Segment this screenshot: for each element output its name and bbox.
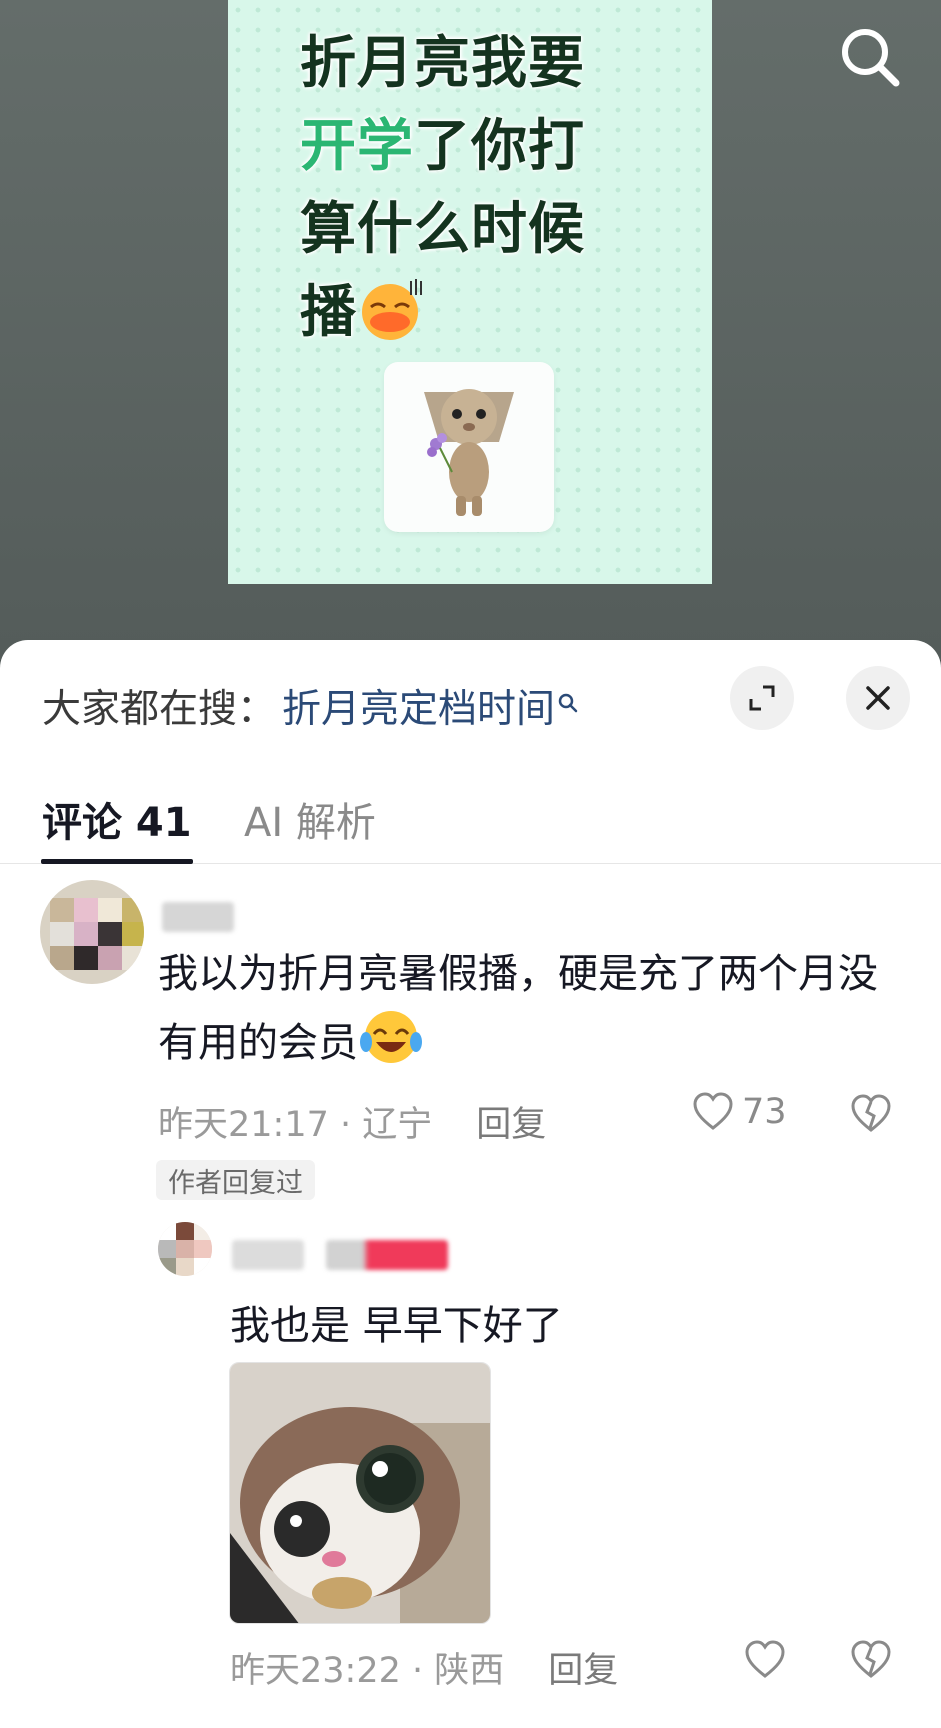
tears-of-joy-emoji-icon	[358, 1008, 424, 1066]
post-title-line-2: 开学了你打	[300, 105, 630, 188]
like-button[interactable]: 73	[692, 1092, 787, 1132]
reply-image-cat[interactable]	[229, 1362, 491, 1624]
like-button[interactable]	[744, 1640, 794, 1680]
cat-with-flower-icon	[424, 389, 514, 516]
comment-text-content: 我以为折月亮暑假播，硬是充了两个月没有用的会员	[158, 951, 878, 1066]
reply-comment-text: 我也是 早早下好了	[230, 1303, 563, 1349]
comment-timestamp: 昨天23:22 · 陕西	[230, 1651, 505, 1691]
author-replied-badge: 作者回复过	[156, 1160, 315, 1200]
tab-comments[interactable]: 评论 41	[41, 790, 193, 864]
broken-heart-icon	[851, 1640, 891, 1678]
trending-search-label: 大家都在搜：	[42, 687, 277, 732]
post-viewer: 折月亮我要 开学了你打 算什么时候 播	[0, 0, 941, 660]
post-image[interactable]: 折月亮我要 开学了你打 算什么时候 播	[228, 0, 712, 584]
post-title-line-1: 折月亮我要	[300, 31, 585, 96]
post-title-line-4: 播	[300, 271, 630, 354]
comment-text: 我以为折月亮暑假播，硬是充了两个月没有用的会员	[158, 940, 898, 1077]
username[interactable]	[232, 1240, 304, 1270]
post-title-line-3: 算什么时候	[300, 197, 585, 262]
trending-search-query-link[interactable]: 折月亮定档时间	[282, 678, 555, 734]
dislike-button[interactable]	[850, 1094, 892, 1138]
avatar[interactable]	[158, 1222, 212, 1276]
comments-sheet: 大家都在搜： 折月亮定档时间 评论 41 AI 解析 我以为折月亮暑假播，硬是充…	[0, 640, 941, 1728]
comment-tabs: 评论 41 AI 解析	[0, 768, 941, 864]
post-title-line-4-text: 播	[300, 280, 357, 345]
close-button[interactable]	[846, 666, 910, 730]
trending-search-bar[interactable]: 大家都在搜： 折月亮定档时间	[42, 676, 579, 736]
dislike-button[interactable]	[850, 1640, 892, 1684]
comment-timestamp: 昨天21:17 · 辽宁	[158, 1105, 433, 1145]
reply-comment-meta: 昨天23:22 · 陕西 回复	[230, 1642, 618, 1693]
post-title: 折月亮我要 开学了你打 算什么时候 播	[300, 22, 630, 354]
search-button[interactable]	[835, 22, 905, 92]
close-icon	[866, 686, 890, 710]
reply-button[interactable]: 回复	[548, 1642, 618, 1693]
username[interactable]	[162, 902, 234, 932]
reply-target-username[interactable]	[326, 1240, 448, 1270]
post-title-line-2-rest: 了你打	[414, 114, 585, 179]
search-q-icon	[557, 692, 579, 720]
like-count: 73	[742, 1092, 787, 1132]
post-title-highlight: 开学	[300, 114, 414, 179]
smug-face-emoji-icon	[357, 277, 423, 343]
cat-sticker	[384, 362, 554, 532]
search-icon	[842, 29, 900, 87]
expand-icon	[749, 685, 775, 711]
avatar[interactable]	[40, 880, 144, 984]
heart-icon	[693, 1092, 733, 1130]
expand-button[interactable]	[730, 666, 794, 730]
tab-ai-analysis[interactable]: AI 解析	[244, 790, 376, 860]
comment-meta: 昨天21:17 · 辽宁 回复	[158, 1096, 546, 1147]
broken-heart-icon	[851, 1094, 891, 1132]
heart-icon	[745, 1640, 785, 1678]
reply-button[interactable]: 回复	[476, 1096, 546, 1147]
